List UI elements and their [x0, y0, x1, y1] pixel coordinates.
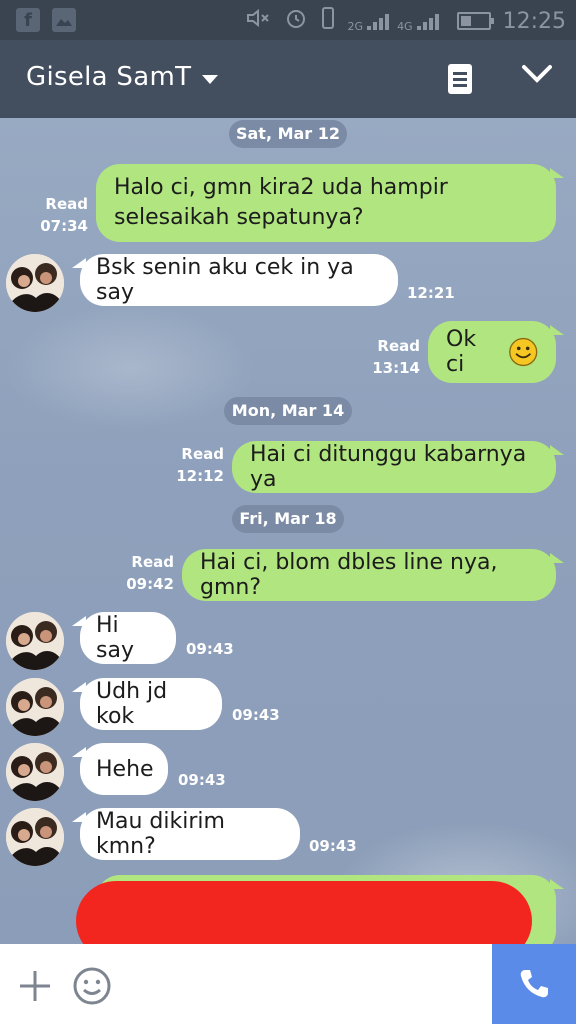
message-bubble-outgoing[interactable]: Halo ci, gmn kira2 uda hampir selesaikah…	[96, 164, 564, 242]
message-input-bar	[0, 944, 576, 1024]
avatar[interactable]	[6, 612, 64, 670]
message-time: 12:12	[176, 467, 224, 485]
battery-icon	[456, 12, 494, 30]
dropdown-caret-icon[interactable]	[202, 75, 218, 84]
message-bubble-outgoing[interactable]: Ok ci	[428, 321, 564, 383]
avatar[interactable]	[6, 254, 64, 312]
redaction-mark	[76, 881, 532, 944]
message-time: 12:21	[407, 284, 455, 302]
vibrate-icon	[320, 6, 336, 36]
read-receipt: Read 09:42	[122, 551, 174, 595]
message-time: 09:43	[186, 640, 234, 658]
read-label: Read	[131, 553, 174, 571]
network-label: 2G	[347, 20, 364, 33]
message-text: Hai ci, blom dbles line nya, gmn?	[200, 550, 498, 600]
message-text: Hi say	[96, 613, 134, 663]
message-bubble-outgoing[interactable]: Hai ci ditunggu kabarnya ya	[232, 441, 564, 493]
read-receipt: Read 07:34	[40, 193, 88, 237]
message-time: 09:42	[126, 575, 174, 593]
mute-icon	[246, 8, 272, 34]
call-button[interactable]	[492, 944, 576, 1024]
avatar[interactable]	[6, 743, 64, 801]
emoji-icon[interactable]	[72, 966, 112, 1006]
message-text: selesaikah sepatunya?	[114, 205, 364, 230]
message-text: Hai ci ditunggu kabarnya ya	[250, 442, 527, 492]
message-time: 13:14	[372, 359, 420, 377]
message-bubble-incoming[interactable]: Bsk senin aku cek in ya say	[72, 254, 398, 306]
message-text: Ok ci	[446, 327, 477, 377]
date-separator: Fri, Mar 18	[232, 505, 344, 533]
notes-icon[interactable]	[448, 64, 472, 94]
message-time: 09:43	[178, 771, 226, 789]
clock: 12:25	[502, 8, 566, 34]
status-bar: f 2G 4G 12:25	[0, 0, 576, 40]
message-text: Halo ci, gmn kira2 uda hampir	[114, 175, 448, 200]
smile-emoji	[508, 337, 537, 367]
read-label: Read	[181, 445, 224, 463]
chat-area[interactable]: Sat, Mar 12 Read 07:34 Halo ci, gmn kira…	[0, 118, 576, 944]
phone-icon	[520, 970, 548, 998]
read-label: Read	[45, 195, 88, 213]
avatar[interactable]	[6, 678, 64, 736]
date-separator: Sat, Mar 12	[229, 120, 347, 148]
read-label: Read	[377, 337, 420, 355]
message-bubble-incoming[interactable]: Udh jd kok	[72, 678, 222, 730]
message-text: Hehe	[96, 756, 154, 782]
facebook-icon: f	[16, 8, 40, 32]
plus-icon[interactable]	[18, 969, 52, 1003]
read-receipt: Read 12:12	[172, 443, 224, 487]
message-text: Bsk senin aku cek in ya say	[96, 255, 354, 305]
chat-header: Gisela SamT	[0, 40, 576, 118]
message-text: Mau dikirim kmn?	[96, 809, 225, 859]
network-label: 4G	[397, 20, 413, 33]
gallery-icon	[52, 8, 76, 32]
message-bubble-incoming[interactable]: Hehe	[72, 743, 168, 795]
alarm-icon	[284, 6, 308, 36]
message-text: Udh jd kok	[96, 679, 168, 729]
date-separator: Mon, Mar 14	[224, 397, 352, 425]
chevron-down-icon[interactable]	[520, 56, 554, 90]
message-time: 09:43	[309, 837, 357, 855]
message-bubble-incoming[interactable]: Mau dikirim kmn?	[72, 808, 300, 860]
contact-name[interactable]: Gisela SamT	[26, 62, 191, 92]
message-time: 07:34	[40, 217, 88, 235]
message-bubble-outgoing[interactable]: Hai ci, blom dbles line nya, gmn?	[182, 549, 564, 601]
message-time: 09:43	[232, 706, 280, 724]
message-bubble-incoming[interactable]: Hi say	[72, 612, 176, 664]
signal-icon: 2G 4G	[348, 10, 445, 32]
avatar[interactable]	[6, 808, 64, 866]
read-receipt: Read 13:14	[366, 335, 420, 379]
